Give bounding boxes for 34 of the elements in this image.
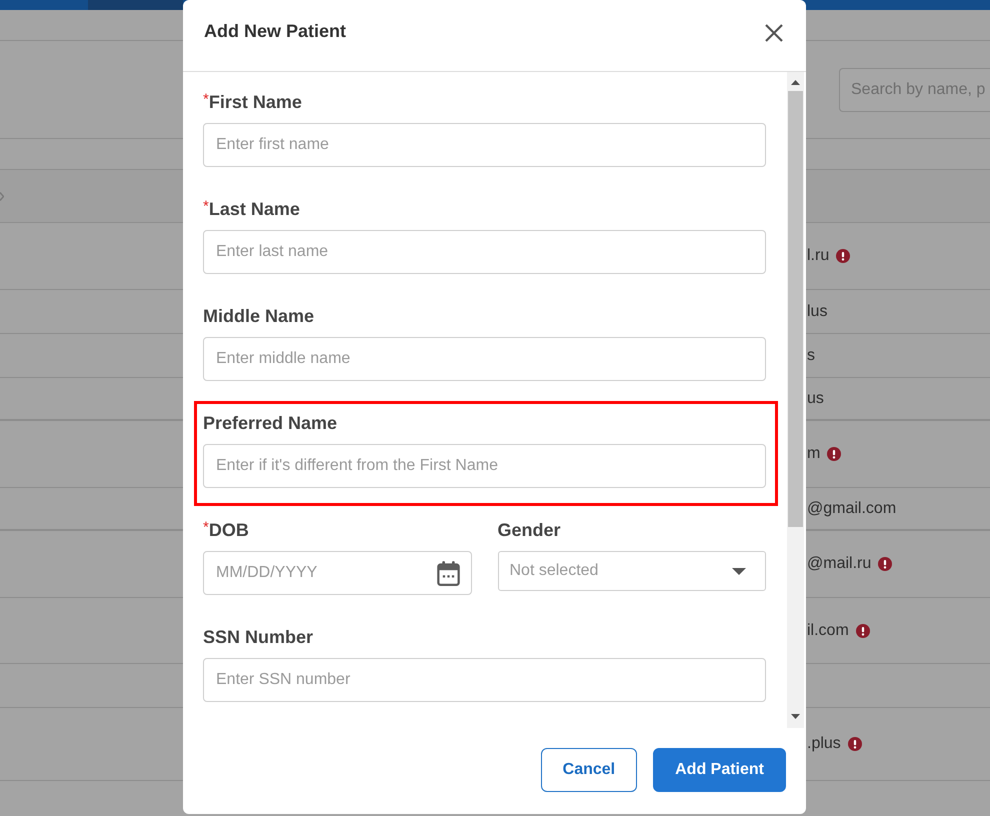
input-field[interactable]: Enter first name [203,123,766,167]
scroll-up-icon[interactable] [791,80,800,85]
add-patient-button[interactable]: Add Patient [653,748,786,792]
table-cell: s [807,346,815,364]
input-field[interactable]: Enter last name [203,230,766,274]
dialog-title: Add New Patient [204,20,346,42]
scrollbar-track[interactable] [787,72,804,728]
input-field[interactable]: Enter if it's different from the First Name [203,444,766,488]
table-cell: .plus [807,735,841,753]
input-field[interactable]: Enter middle name [203,337,766,381]
field-label: Preferred Name [203,412,338,434]
input-field[interactable]: Enter SSN number [203,658,766,702]
scroll-down-icon[interactable] [791,714,800,719]
caret-icon [732,568,746,574]
gender-select[interactable]: Not selected [498,551,766,591]
cancel-button[interactable]: Cancel [540,748,638,792]
table-cell: il.com [807,622,849,640]
field-label: *DOB [203,519,250,541]
table-cell: @mail.ru [807,555,872,573]
field-label: *First Name [203,91,303,113]
table-cell: lus [807,302,828,320]
table-cell: us [807,390,824,408]
field-label: SSN Number [203,626,314,648]
table-cell: @gmail.com [807,500,896,518]
scrollbar-thumb[interactable] [788,91,803,527]
field-label: Gender [498,519,562,541]
search-field[interactable]: Search by name, p [839,68,990,112]
close-icon[interactable] [765,24,783,42]
table-cell: l.ru [807,247,830,265]
calendar-icon[interactable] [436,560,460,586]
date-field[interactable]: MM/DD/YYYY [203,551,472,595]
table-cell: m [807,445,820,463]
field-label: *Last Name [203,198,301,220]
field-label: Middle Name [203,305,316,327]
